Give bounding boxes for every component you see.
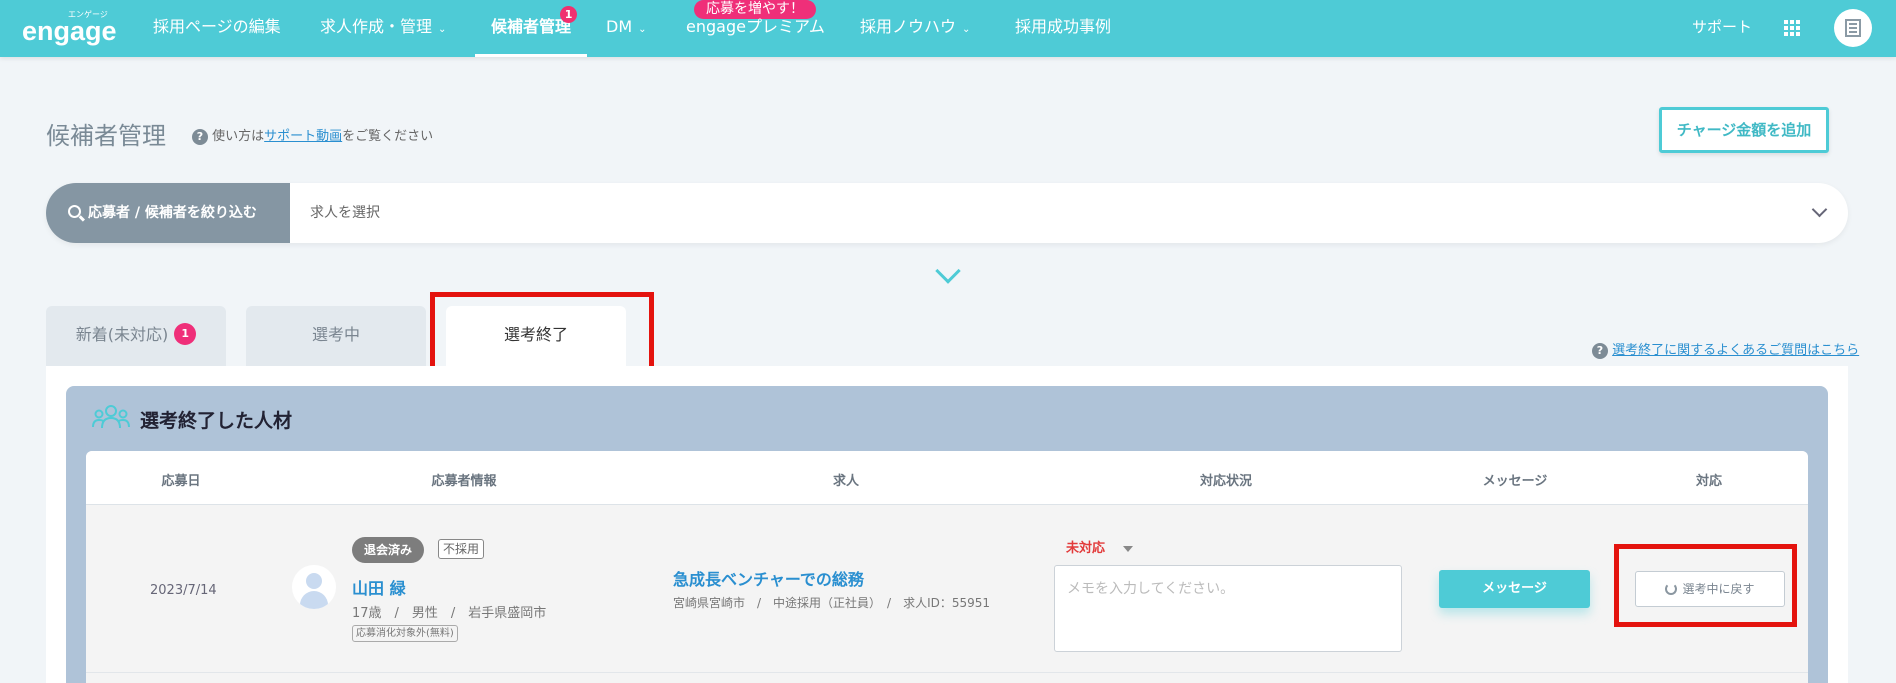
nav-knowhow-label: 採用ノウハウ bbox=[860, 17, 957, 36]
highlight-box-tab bbox=[430, 292, 654, 375]
candidate-filter-bar: 応募者 / 候補者を絞り込む 求人を選択 bbox=[46, 183, 1848, 243]
applicant-name-link[interactable]: 山田 緑 bbox=[352, 575, 406, 599]
tab-new-label: 新着(未対応) bbox=[75, 325, 169, 344]
building-icon bbox=[1845, 19, 1861, 37]
column-header-job: 求人 bbox=[832, 474, 860, 489]
company-account-button[interactable] bbox=[1834, 9, 1872, 47]
memo-input[interactable] bbox=[1054, 565, 1402, 652]
tab-new-unhandled[interactable]: 新着(未対応) 1 bbox=[46, 306, 226, 366]
job-meta: 宮崎県宮崎市 / 中途採用（正社員） / 求人ID：55951 bbox=[673, 596, 991, 610]
chevron-down-icon: ⌄ bbox=[438, 24, 447, 35]
nav-knowhow[interactable]: 採用ノウハウ ⌄ bbox=[860, 0, 970, 54]
nav-edit-pages[interactable]: 採用ページの編集 bbox=[153, 0, 281, 54]
response-status-value: 未対応 bbox=[1066, 541, 1106, 556]
search-icon bbox=[68, 205, 81, 218]
help-text: ? 使い方はサポート動画をご覧ください bbox=[192, 125, 433, 145]
nav-jobs-label: 求人作成・管理 bbox=[320, 17, 433, 36]
column-header-action: 対応 bbox=[1695, 474, 1723, 489]
tab-in-selection[interactable]: 選考中 bbox=[246, 306, 426, 366]
column-header-message: メッセージ bbox=[1482, 474, 1548, 489]
avatar bbox=[292, 565, 336, 609]
application-date: 2023/7/14 bbox=[150, 583, 217, 598]
applicant-tag: 応募消化対象外(無料) bbox=[352, 625, 458, 642]
people-icon bbox=[92, 405, 130, 429]
tab-count-badge: 1 bbox=[174, 322, 197, 345]
page-title: 候補者管理 bbox=[46, 122, 166, 150]
column-header-applicant: 応募者情報 bbox=[431, 474, 497, 489]
nav-candidates-label: 候補者管理 bbox=[491, 17, 572, 36]
nav-success-cases-label: 採用成功事例 bbox=[1015, 17, 1112, 36]
caret-down-icon bbox=[1123, 545, 1134, 552]
filter-candidates-button[interactable]: 応募者 / 候補者を絞り込む bbox=[46, 183, 290, 243]
nav-jobs[interactable]: 求人作成・管理 ⌄ bbox=[320, 0, 446, 54]
help-icon: ? bbox=[1592, 343, 1608, 359]
nav-candidates[interactable]: 候補者管理 1 bbox=[475, 0, 588, 57]
nav-premium[interactable]: engageプレミアム bbox=[686, 0, 825, 54]
withdrawn-badge: 退会済み bbox=[352, 537, 425, 563]
nav-edit-pages-label: 採用ページの編集 bbox=[153, 17, 281, 36]
faq-link-text: 選考終了に関するよくあるご質問はこちら bbox=[1612, 343, 1860, 358]
nav-support[interactable]: サポート bbox=[1692, 0, 1752, 54]
nav-support-label: サポート bbox=[1692, 18, 1753, 36]
nav-dm-label: DM bbox=[606, 17, 633, 36]
chevron-down-icon[interactable] bbox=[1811, 201, 1828, 218]
chevron-down-icon: ⌄ bbox=[962, 24, 971, 35]
row-divider bbox=[86, 672, 1808, 673]
filter-label: 応募者 / 候補者を絞り込む bbox=[88, 205, 257, 221]
nav-dm[interactable]: DM ⌄ bbox=[606, 0, 647, 54]
table-header bbox=[86, 451, 1808, 505]
help-icon: ? bbox=[192, 129, 208, 145]
job-select-dropdown[interactable]: 求人を選択 bbox=[310, 183, 380, 243]
support-video-link[interactable]: サポート動画 bbox=[264, 129, 342, 144]
response-status-dropdown[interactable]: 未対応 bbox=[1066, 537, 1134, 556]
expand-filter-chevron-icon[interactable] bbox=[935, 258, 961, 284]
faq-link[interactable]: ? 選考終了に関するよくあるご質問はこちら bbox=[1592, 339, 1859, 359]
logo-text: engage bbox=[22, 16, 117, 46]
nav-premium-label: engageプレミアム bbox=[686, 17, 825, 36]
message-button[interactable]: メッセージ bbox=[1439, 570, 1590, 608]
column-header-status: 対応状況 bbox=[1199, 474, 1253, 489]
help-suffix: をご覧ください bbox=[342, 129, 434, 144]
apps-grid-icon[interactable] bbox=[1784, 20, 1800, 36]
section-title: 選考終了した人材 bbox=[140, 410, 293, 432]
column-header-date: 応募日 bbox=[161, 474, 201, 489]
chevron-down-icon: ⌄ bbox=[638, 24, 647, 35]
job-title-link[interactable]: 急成長ベンチャーでの総務 bbox=[673, 566, 864, 590]
nav-success-cases[interactable]: 採用成功事例 bbox=[1015, 0, 1111, 54]
notification-badge: 1 bbox=[560, 6, 578, 23]
help-prefix: 使い方は bbox=[212, 129, 265, 144]
top-navigation-bar: エンゲージ engage 採用ページの編集 求人作成・管理 ⌄ 候補者管理 1 DM… bbox=[0, 0, 1896, 57]
rejected-badge: 不採用 bbox=[438, 539, 485, 559]
highlight-box-action bbox=[1614, 544, 1797, 627]
add-charge-button[interactable]: チャージ金額を追加 bbox=[1659, 107, 1829, 153]
applicant-meta: 17歳 / 男性 / 岩手県盛岡市 bbox=[352, 606, 547, 621]
tab-in-selection-label: 選考中 bbox=[311, 325, 360, 344]
